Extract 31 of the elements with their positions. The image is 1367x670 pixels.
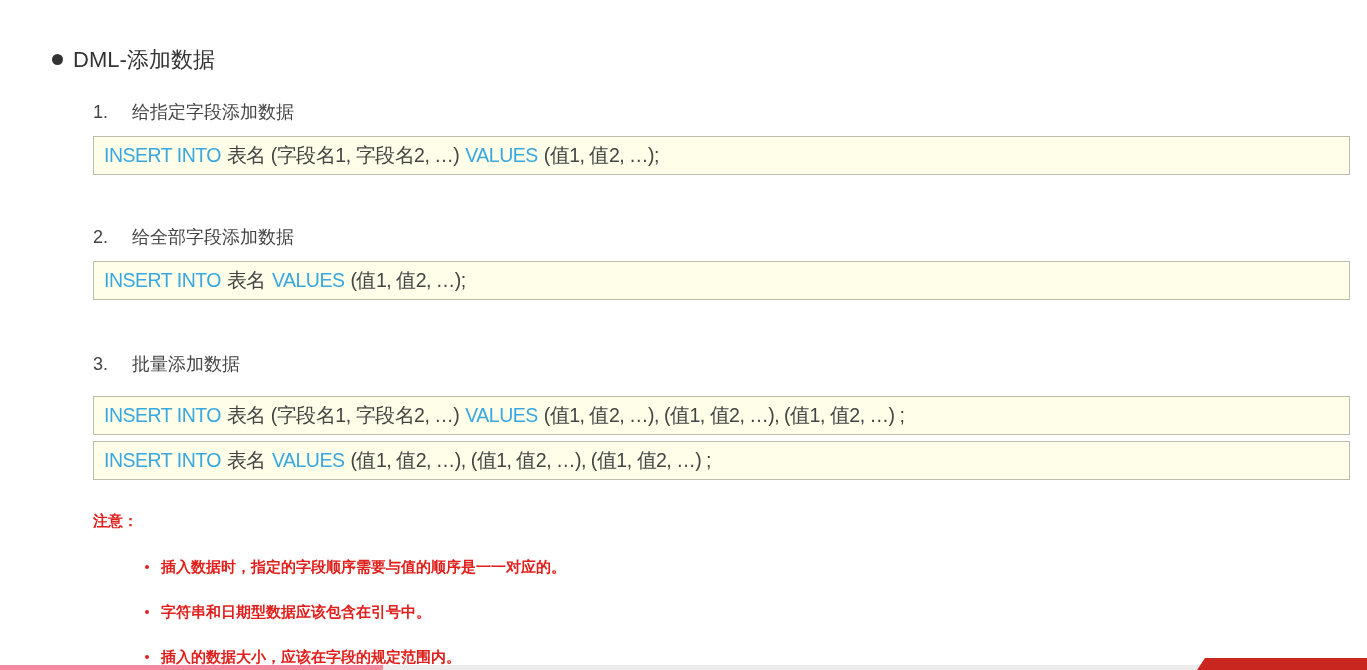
bullet-icon [145,655,149,659]
bullet-icon [145,565,149,569]
sql-text: (值1, 值2, …); [350,267,466,293]
note-text: 插入数据时，指定的字段顺序需要与值的顺序是一一对应的。 [161,556,566,577]
sql-text: (值1, 值2, …), (值1, 值2, …), (值1, 值2, …) ; [350,447,712,473]
section-heading: 给指定字段添加数据 [132,100,294,124]
sql-keyword: INSERT INTO [104,447,221,473]
item-number: 3. [93,352,108,376]
sql-text: (值1, 值2, …); [543,142,660,168]
bullet-icon [145,610,149,614]
note-text: 字符串和日期型数据应该包含在引号中。 [161,601,431,622]
sql-keyword: INSERT INTO [104,142,221,168]
sql-text: 表名 (字段名1, 字段名2, …) [226,142,460,168]
item-number: 2. [93,225,108,249]
sql-keyword: INSERT INTO [104,267,221,293]
section-heading: 给全部字段添加数据 [132,225,294,249]
sql-keyword: VALUES [465,142,538,168]
sql-text: 表名 [226,267,266,293]
item-number: 1. [93,100,108,124]
section-heading: 批量添加数据 [132,352,240,376]
bullet-icon [52,53,63,65]
slide-title: DML-添加数据 [73,45,215,74]
sql-keyword: VALUES [271,267,345,293]
sql-text: 表名 (字段名1, 字段名2, …) [226,402,460,428]
sql-text: (值1, 值2, …), (值1, 值2, …), (值1, 值2, …) ; [543,402,905,428]
sql-keyword: VALUES [465,402,538,428]
note-text: 插入的数据大小，应该在字段的规定范围内。 [161,646,461,667]
sql-keyword: VALUES [271,447,345,473]
sql-keyword: INSERT INTO [104,402,221,428]
sql-text: 表名 [226,447,266,473]
note-label: 注意： [93,511,139,531]
